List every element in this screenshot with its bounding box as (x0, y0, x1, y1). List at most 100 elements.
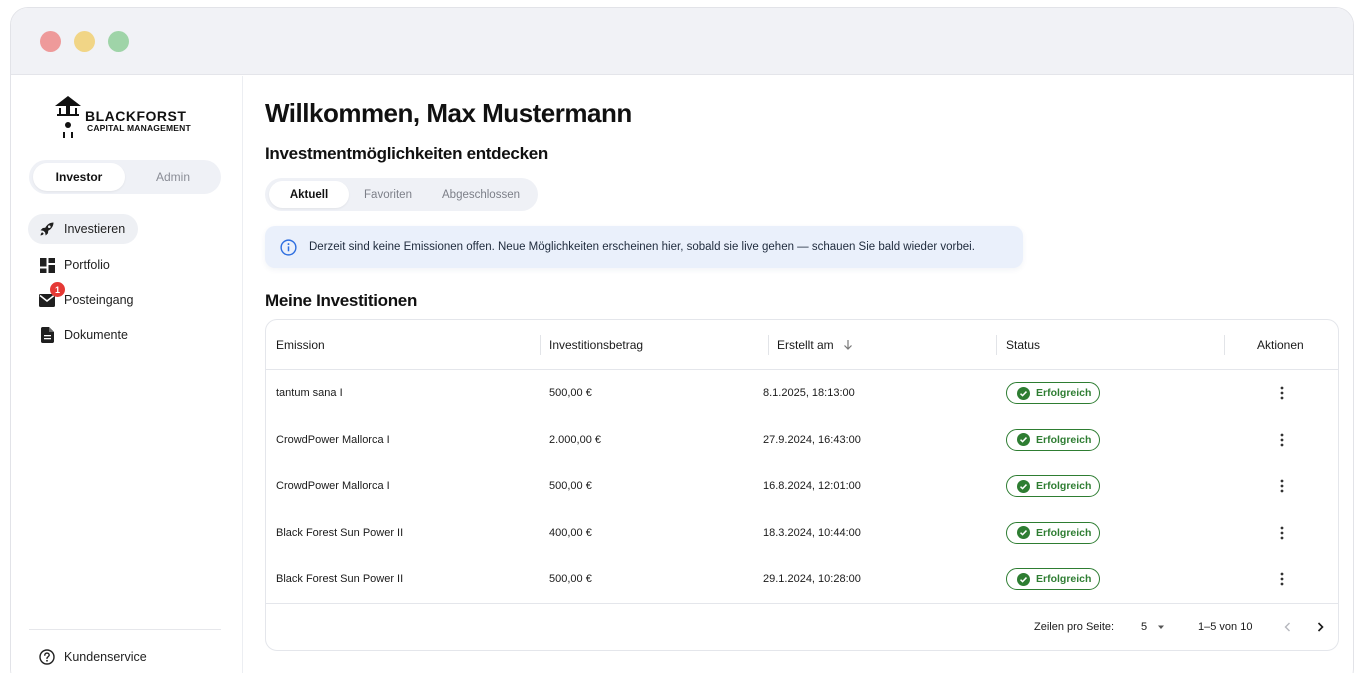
column-header-actions: Aktionen (1257, 338, 1304, 352)
info-icon (280, 238, 297, 256)
cell-amount: 500,00 € (549, 480, 592, 493)
window-close-button[interactable] (40, 31, 61, 52)
arrow-down-icon (843, 340, 852, 350)
inbox-count-badge: 1 (50, 282, 65, 297)
main-content: Willkommen, Max Mustermann Investmentmög… (244, 76, 1353, 673)
sidebar-item-label: Dokumente (64, 328, 128, 342)
table-row[interactable]: Black Forest Sun Power II 400,00 € 18.3.20… (266, 510, 1338, 556)
previous-page-button[interactable] (1278, 617, 1298, 637)
sidebar-divider (29, 629, 221, 630)
check-circle-icon (1017, 386, 1030, 400)
sidebar-item-investieren[interactable]: Investieren (28, 214, 138, 244)
column-header-emission[interactable]: Emission (276, 320, 325, 370)
row-actions-button[interactable] (1272, 523, 1292, 543)
support-link[interactable]: Kundenservice (39, 649, 147, 665)
dashboard-icon (39, 257, 55, 273)
sidebar-item-portfolio[interactable]: Portfolio (28, 250, 110, 280)
status-label: Erfolgreich (1036, 433, 1092, 446)
window-maximize-button[interactable] (108, 31, 129, 52)
brand-mark-icon (55, 96, 81, 138)
status-label: Erfolgreich (1036, 480, 1092, 493)
sidebar: BLACKFORST CAPITAL MANAGEMENT Investor A… (11, 76, 243, 673)
table-row[interactable]: CrowdPower Mallorca I 500,00 € 16.8.2024, … (266, 463, 1338, 509)
sidebar-item-label: Posteingang (64, 293, 134, 307)
status-badge: Erfolgreich (1006, 475, 1100, 498)
check-circle-icon (1017, 526, 1030, 540)
status-label: Erfolgreich (1036, 573, 1092, 586)
more-vertical-icon (1280, 433, 1284, 446)
investments-heading: Meine Investitionen (265, 291, 418, 310)
role-admin-button[interactable]: Admin (129, 163, 217, 191)
column-header-created[interactable]: Erstellt am (777, 320, 854, 370)
cell-created: 27.9.2024, 16:43:00 (763, 433, 861, 446)
document-icon (39, 327, 55, 343)
help-icon (39, 649, 55, 665)
more-vertical-icon (1280, 479, 1284, 493)
investments-table: Emission Investitionsbetrag Erstellt am … (265, 319, 1339, 651)
check-circle-icon (1017, 433, 1030, 447)
check-circle-icon (1017, 572, 1030, 586)
info-banner: Derzeit sind keine Emissionen offen. Neu… (265, 226, 1023, 268)
rows-per-page-select[interactable]: 5 (1141, 604, 1166, 650)
pagination-range: 1–5 von 10 (1198, 621, 1253, 633)
cell-emission: CrowdPower Mallorca I (276, 433, 390, 446)
next-page-button[interactable] (1310, 617, 1330, 637)
check-circle-icon (1017, 479, 1030, 493)
sidebar-item-posteingang[interactable]: 1 Posteingang (28, 282, 134, 315)
cell-amount: 500,00 € (549, 573, 592, 586)
column-header-status[interactable]: Status (1006, 320, 1040, 370)
status-label: Erfolgreich (1036, 526, 1092, 539)
cell-emission: tantum sana I (276, 387, 343, 399)
table-row[interactable]: tantum sana I 500,00 € 8.1.2025, 18:13:00 E… (266, 370, 1338, 416)
row-actions-button[interactable] (1272, 569, 1292, 589)
tab-favoriten[interactable]: Favoriten (355, 181, 421, 208)
more-vertical-icon (1280, 526, 1284, 540)
rows-per-page-label: Zeilen pro Seite: (1034, 621, 1115, 633)
rocket-icon (39, 221, 55, 237)
table-header: Emission Investitionsbetrag Erstellt am … (266, 320, 1338, 370)
row-actions-button[interactable] (1272, 430, 1292, 450)
column-header-amount[interactable]: Investitionsbetrag (549, 320, 643, 370)
cell-amount: 400,00 € (549, 526, 592, 539)
sidebar-item-dokumente[interactable]: Dokumente (28, 320, 128, 350)
status-badge: Erfolgreich (1006, 428, 1100, 451)
cell-created: 8.1.2025, 18:13:00 (763, 387, 855, 399)
cell-emission: Black Forest Sun Power II (276, 526, 404, 539)
cell-amount: 500,00 € (549, 387, 592, 399)
column-separator (1224, 335, 1225, 355)
brand-tagline: CAPITAL MANAGEMENT (87, 123, 191, 133)
status-label: Erfolgreich (1036, 387, 1092, 399)
role-switcher: Investor Admin (29, 160, 221, 194)
opportunity-tabs: Aktuell Favoriten Abgeschlossen (265, 178, 538, 211)
column-separator (540, 335, 541, 355)
rows-per-page-value: 5 (1141, 621, 1148, 633)
table-pagination: Zeilen pro Seite: 5 1–5 von 10 (266, 603, 1338, 650)
window-titlebar (11, 8, 1353, 75)
mail-icon: 1 (39, 282, 65, 308)
table-row[interactable]: CrowdPower Mallorca I 2.000,00 € 27.9.2024… (266, 417, 1338, 463)
window-minimize-button[interactable] (74, 31, 95, 52)
brand-name: BLACKFORST (85, 108, 187, 124)
tab-abgeschlossen[interactable]: Abgeschlossen (429, 181, 533, 208)
column-separator (996, 335, 997, 355)
row-actions-button[interactable] (1272, 476, 1292, 496)
cell-created: 18.3.2024, 10:44:00 (763, 526, 861, 539)
app-window: BLACKFORST CAPITAL MANAGEMENT Investor A… (10, 7, 1354, 673)
brand-logo[interactable]: BLACKFORST CAPITAL MANAGEMENT (53, 94, 203, 148)
more-vertical-icon (1280, 386, 1284, 400)
tab-aktuell[interactable]: Aktuell (269, 181, 349, 208)
info-message: Derzeit sind keine Emissionen offen. Neu… (309, 241, 975, 253)
chevron-left-icon (1284, 622, 1290, 632)
table-row[interactable]: Black Forest Sun Power II 500,00 € 29.1.20… (266, 556, 1338, 602)
row-actions-button[interactable] (1272, 383, 1292, 403)
sidebar-item-label: Portfolio (64, 258, 110, 272)
cell-created: 29.1.2024, 10:28:00 (763, 573, 861, 586)
sidebar-item-label: Investieren (64, 222, 126, 236)
cell-amount: 2.000,00 € (549, 433, 601, 446)
status-badge: Erfolgreich (1006, 382, 1100, 404)
column-separator (768, 335, 769, 355)
role-investor-button[interactable]: Investor (33, 163, 125, 191)
cell-emission: CrowdPower Mallorca I (276, 480, 390, 493)
status-badge: Erfolgreich (1006, 521, 1100, 544)
page-title: Willkommen, Max Mustermann (265, 98, 632, 128)
